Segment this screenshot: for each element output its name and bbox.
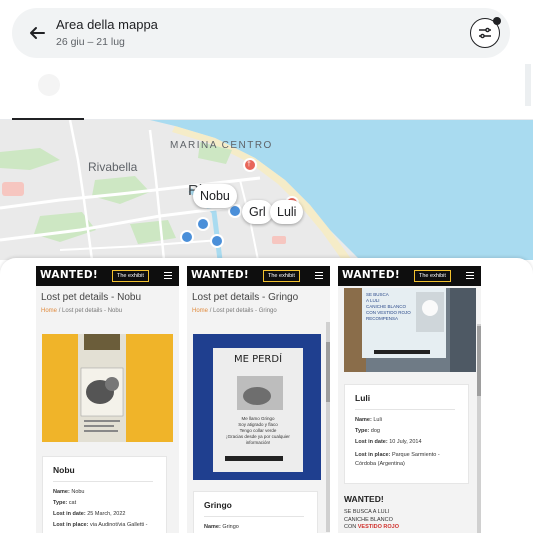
breadcrumb-home-link[interactable]: Home bbox=[192, 308, 208, 314]
field-lost-place: Lost in place: via Audinot/via Galletti … bbox=[53, 522, 148, 528]
divider bbox=[204, 516, 304, 517]
results-sheet: WANTED! The exhibit Lost pet details - N… bbox=[0, 258, 533, 533]
exhibit-button[interactable]: The exhibit bbox=[414, 270, 451, 282]
listing-card-luli[interactable]: WANTED! The exhibit SE BUSCA A LULI CANI… bbox=[338, 266, 481, 533]
field-lost-date: Lost in date: 10 July, 2014 bbox=[355, 439, 422, 445]
pet-photo-luli: SE BUSCA A LULI CANICHE BLANCO CON VESTI… bbox=[344, 288, 476, 372]
category-tabs bbox=[0, 64, 533, 121]
pet-photo-nobu bbox=[42, 334, 173, 442]
restaurant-pin-icon[interactable]: † bbox=[243, 158, 257, 172]
filter-active-dot bbox=[493, 17, 501, 25]
site-logo: WANTED! bbox=[40, 269, 98, 281]
transit-pin-icon[interactable] bbox=[180, 230, 194, 244]
poster-text: Me llamo Gringo Soy atigrado y flaco Ten… bbox=[226, 416, 290, 445]
map-label-marina-centro: MARINA CENTRO bbox=[170, 140, 273, 151]
divider bbox=[53, 481, 153, 482]
pet-name-heading: Luli bbox=[355, 393, 371, 403]
filter-sliders-icon bbox=[479, 27, 491, 39]
strip-edge bbox=[525, 64, 531, 106]
field-type: Type: dog bbox=[355, 428, 380, 434]
field-name: Name: Luli bbox=[355, 417, 382, 423]
field-name: Name: Nobu bbox=[53, 489, 85, 495]
site-logo: WANTED! bbox=[342, 269, 400, 281]
scrollbar-thumb[interactable] bbox=[326, 342, 330, 402]
filter-button[interactable] bbox=[470, 17, 501, 48]
hamburger-menu-icon[interactable] bbox=[466, 272, 474, 279]
breadcrumb-separator: / bbox=[58, 308, 61, 314]
site-header: WANTED! The exhibit bbox=[338, 266, 481, 286]
breadcrumb-current: Lost pet details - Nobu bbox=[62, 308, 123, 314]
pet-info-box: Luli Name: Luli Type: dog Lost in date: … bbox=[344, 384, 469, 484]
listing-card-gringo[interactable]: WANTED! The exhibit Lost pet details - G… bbox=[187, 266, 330, 533]
breadcrumb: Home / Lost pet details - Nobu bbox=[41, 308, 122, 314]
map-label-rivabella: Rivabella bbox=[88, 160, 138, 174]
back-arrow-icon[interactable] bbox=[26, 22, 48, 44]
scrollbar[interactable] bbox=[477, 324, 481, 533]
breadcrumb-current: Lost pet details - Gringo bbox=[213, 308, 277, 314]
breadcrumb: Home / Lost pet details - Gringo bbox=[192, 308, 277, 314]
hamburger-menu-icon[interactable] bbox=[315, 272, 323, 279]
tab-icon-placeholder[interactable] bbox=[38, 74, 60, 96]
field-lost-place-cont: Córdoba (Argentina) bbox=[355, 461, 405, 467]
search-area-title: Area della mappa bbox=[56, 17, 158, 32]
site-logo: WANTED! bbox=[191, 269, 249, 281]
field-type: Type: cat bbox=[53, 500, 77, 506]
breadcrumb-home-link[interactable]: Home bbox=[41, 308, 57, 314]
wanted-heading: WANTED! bbox=[344, 494, 384, 504]
pet-name-heading: Nobu bbox=[53, 465, 75, 475]
poster-title: ME PERDÍ bbox=[233, 354, 283, 365]
site-header: WANTED! The exhibit bbox=[187, 266, 330, 286]
pet-name-heading: Gringo bbox=[204, 500, 232, 510]
pet-info-box: Nobu Name: Nobu Type: cat Lost in date: … bbox=[42, 456, 167, 533]
exhibit-button[interactable]: The exhibit bbox=[112, 270, 149, 282]
exhibit-button[interactable]: The exhibit bbox=[263, 270, 300, 282]
scrollbar[interactable] bbox=[326, 322, 330, 532]
scrollbar-thumb[interactable] bbox=[477, 326, 481, 396]
shop-pin-icon[interactable] bbox=[196, 217, 210, 231]
pet-info-box: Gringo Name: Gringo bbox=[193, 491, 318, 533]
breadcrumb-separator: / bbox=[209, 308, 212, 314]
field-lost-place: Lost in place: Parque Sarmiento - bbox=[355, 452, 440, 458]
map-view[interactable]: MARINA CENTRO Rivabella Ri † Nobu Grl Lu… bbox=[0, 120, 533, 260]
pet-marker-luli[interactable]: Luli bbox=[270, 200, 304, 224]
pet-marker-grl[interactable]: Grl bbox=[242, 200, 273, 224]
page-title: Lost pet details - Gringo bbox=[192, 292, 299, 303]
site-header: WANTED! The exhibit bbox=[36, 266, 179, 286]
top-bar: Area della mappa 26 giu – 21 lug bbox=[0, 0, 533, 64]
wanted-description: SE BUSCA A LULI CANICHE BLANCO CON VESTI… bbox=[344, 509, 400, 530]
search-date-range: 26 giu – 21 lug bbox=[56, 36, 125, 48]
field-name: Name: Gringo bbox=[204, 524, 239, 530]
search-bar[interactable]: Area della mappa 26 giu – 21 lug bbox=[12, 8, 510, 58]
field-lost-date: Lost in date: 25 March, 2022 bbox=[53, 511, 126, 517]
pet-photo-gringo: ME PERDÍ Me llamo Gringo Soy atigrado y … bbox=[193, 334, 321, 480]
page-title: Lost pet details - Nobu bbox=[41, 292, 142, 303]
hamburger-menu-icon[interactable] bbox=[164, 272, 172, 279]
divider bbox=[355, 409, 455, 410]
poster-text: SE BUSCA A LULI CANICHE BLANCO CON VESTI… bbox=[366, 292, 411, 321]
camera-pin-icon[interactable] bbox=[210, 234, 224, 248]
pet-marker-nobu[interactable]: Nobu bbox=[193, 184, 237, 208]
listing-card-nobu[interactable]: WANTED! The exhibit Lost pet details - N… bbox=[36, 266, 179, 533]
